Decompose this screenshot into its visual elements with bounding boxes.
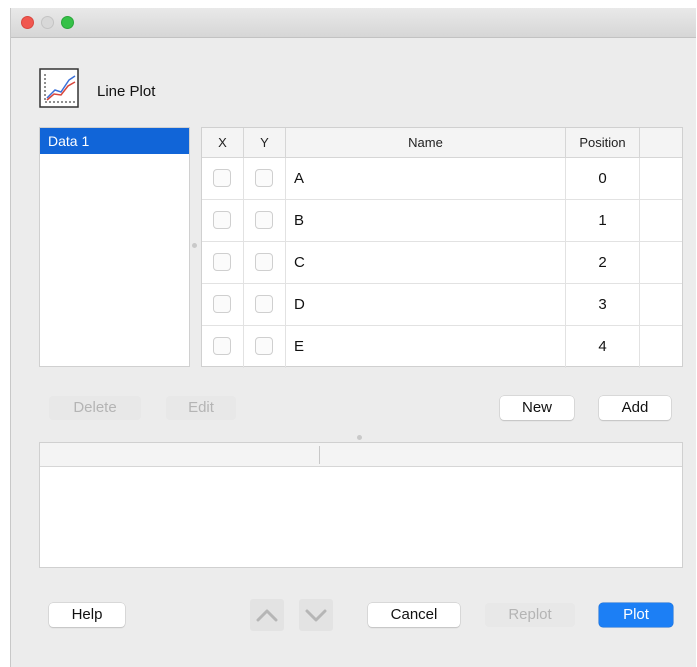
- y-checkbox[interactable]: [255, 211, 273, 229]
- chevron-up-icon: [256, 609, 278, 622]
- y-checkbox[interactable]: [255, 169, 273, 187]
- row-position: 0: [598, 170, 607, 187]
- move-up-button[interactable]: [250, 599, 284, 631]
- row-position: 2: [598, 254, 607, 271]
- settings-column-header[interactable]: [320, 443, 682, 466]
- table-row[interactable]: B 1: [202, 200, 682, 242]
- help-button[interactable]: Help: [49, 603, 125, 627]
- column-header-name[interactable]: Name: [286, 128, 566, 157]
- title-bar[interactable]: [11, 8, 696, 38]
- y-checkbox[interactable]: [255, 337, 273, 355]
- row-position: 4: [598, 338, 607, 355]
- zoom-window-button[interactable]: [61, 16, 74, 29]
- close-window-button[interactable]: [21, 16, 34, 29]
- x-checkbox[interactable]: [213, 211, 231, 229]
- line-plot-icon: [39, 68, 79, 108]
- plot-settings-panel[interactable]: [39, 442, 683, 568]
- horizontal-splitter-handle[interactable]: [357, 435, 362, 440]
- settings-column-header[interactable]: [40, 446, 320, 464]
- new-button[interactable]: New: [500, 396, 574, 420]
- column-header-empty: [640, 128, 682, 157]
- y-checkbox[interactable]: [255, 295, 273, 313]
- variables-table: X Y Name Position A 0 B 1 C 2 D 3 E 4: [201, 127, 683, 368]
- row-position: 3: [598, 296, 607, 313]
- table-row[interactable]: A 0: [202, 158, 682, 200]
- row-name: D: [294, 296, 305, 313]
- row-name: E: [294, 338, 305, 355]
- plot-button[interactable]: Plot: [599, 603, 673, 627]
- column-header-y[interactable]: Y: [244, 128, 286, 157]
- row-name: A: [294, 170, 305, 187]
- column-header-x[interactable]: X: [202, 128, 244, 157]
- edit-button[interactable]: Edit: [166, 396, 236, 420]
- table-row[interactable]: E 4: [202, 326, 682, 368]
- minimize-window-button[interactable]: [41, 16, 54, 29]
- x-checkbox[interactable]: [213, 295, 231, 313]
- column-header-position[interactable]: Position: [566, 128, 640, 157]
- line-plot-window: Line Plot Data 1 X Y Name Position A 0 B…: [10, 8, 696, 667]
- vertical-splitter-handle[interactable]: [192, 243, 197, 248]
- dataset-list[interactable]: Data 1: [39, 127, 190, 367]
- row-name: B: [294, 212, 305, 229]
- add-button[interactable]: Add: [599, 396, 671, 420]
- move-down-button[interactable]: [299, 599, 333, 631]
- chevron-down-icon: [305, 609, 327, 622]
- row-name: C: [294, 254, 305, 271]
- table-row[interactable]: D 3: [202, 284, 682, 326]
- x-checkbox[interactable]: [213, 169, 231, 187]
- cancel-button[interactable]: Cancel: [368, 603, 460, 627]
- x-checkbox[interactable]: [213, 253, 231, 271]
- table-header: X Y Name Position: [202, 128, 682, 158]
- dataset-list-item[interactable]: Data 1: [40, 128, 189, 154]
- plot-title: Line Plot: [97, 83, 156, 100]
- row-position: 1: [598, 212, 607, 229]
- x-checkbox[interactable]: [213, 337, 231, 355]
- delete-button[interactable]: Delete: [49, 396, 141, 420]
- y-checkbox[interactable]: [255, 253, 273, 271]
- replot-button[interactable]: Replot: [485, 603, 575, 627]
- table-row[interactable]: C 2: [202, 242, 682, 284]
- settings-table-header: [40, 443, 682, 467]
